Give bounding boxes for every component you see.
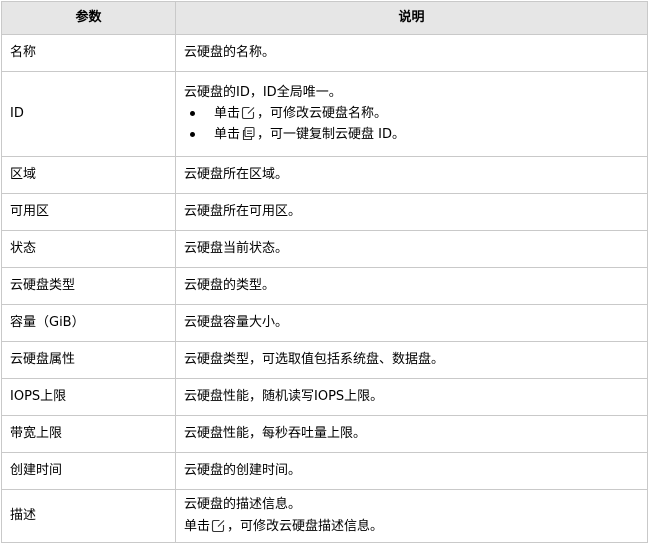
description-cell: 云硬盘的名称。: [175, 34, 648, 72]
description-cell: 云硬盘的ID，ID全局唯一。 单击 ，可修改云硬盘名称。 单击 ，可一键复制云硬盘 …: [175, 71, 648, 157]
line-prefix: 单击: [184, 518, 211, 534]
table-row: 描述 云硬盘的描述信息。 单击 ，可修改云硬盘描述信息。: [1, 489, 648, 543]
param-cell: IOPS上限: [1, 378, 176, 416]
param-cell: 描述: [1, 489, 176, 543]
description-line: 云硬盘的描述信息。: [184, 497, 302, 513]
description-cell: 云硬盘所在区域。: [175, 156, 648, 194]
description-cell: 云硬盘当前状态。: [175, 230, 648, 268]
param-cell: 名称: [1, 34, 176, 72]
edit-icon: [241, 105, 256, 120]
param-cell: 云硬盘类型: [1, 267, 176, 305]
description-cell: 云硬盘所在可用区。: [175, 193, 648, 231]
table-row: 带宽上限 云硬盘性能，每秒吞吐量上限。: [1, 415, 648, 453]
bullet-prefix: 单击: [214, 105, 241, 121]
param-cell: ID: [1, 71, 176, 157]
description-cell: 云硬盘性能，每秒吞吐量上限。: [175, 415, 648, 453]
bullet-item: 单击 ，可一键复制云硬盘 ID。: [184, 126, 639, 143]
param-cell: 创建时间: [1, 452, 176, 490]
bullet-suffix: ，可一键复制云硬盘 ID。: [257, 127, 405, 143]
description-cell: 云硬盘容量大小。: [175, 304, 648, 342]
description-cell: 云硬盘类型，可选取值包括系统盘、数据盘。: [175, 341, 648, 379]
table-row: 区域 云硬盘所在区域。: [1, 156, 648, 194]
table-row: ID 云硬盘的ID，ID全局唯一。 单击 ，可修改云硬盘名称。 单击 ，可一键复制云…: [1, 71, 648, 157]
description-line: 单击 ，可修改云硬盘描述信息。: [184, 518, 639, 535]
table-row: IOPS上限 云硬盘性能，随机读写IOPS上限。: [1, 378, 648, 416]
table-row: 云硬盘类型 云硬盘的类型。: [1, 267, 648, 305]
table-row: 状态 云硬盘当前状态。: [1, 230, 648, 268]
description-cell: 云硬盘的描述信息。 单击 ，可修改云硬盘描述信息。: [175, 489, 648, 543]
bullet-item: 单击 ，可修改云硬盘名称。: [184, 105, 639, 122]
table-row: 可用区 云硬盘所在可用区。: [1, 193, 648, 231]
table-row: 云硬盘属性 云硬盘类型，可选取值包括系统盘、数据盘。: [1, 341, 648, 379]
description-cell: 云硬盘性能，随机读写IOPS上限。: [175, 378, 648, 416]
param-cell: 区域: [1, 156, 176, 194]
table-header-row: 参数 说明: [1, 1, 648, 35]
description-cell: 云硬盘的类型。: [175, 267, 648, 305]
header-param: 参数: [1, 1, 176, 35]
description-line: 云硬盘的ID，ID全局唯一。: [184, 84, 342, 100]
param-cell: 可用区: [1, 193, 176, 231]
param-cell: 带宽上限: [1, 415, 176, 453]
table-row: 容量（GiB） 云硬盘容量大小。: [1, 304, 648, 342]
edit-icon: [211, 518, 226, 533]
param-cell: 云硬盘属性: [1, 341, 176, 379]
param-cell: 状态: [1, 230, 176, 268]
table-row: 名称 云硬盘的名称。: [1, 34, 648, 72]
copy-icon: [241, 126, 256, 141]
bullet-list: 单击 ，可修改云硬盘名称。 单击 ，可一键复制云硬盘 ID。: [184, 105, 639, 144]
parameter-table: 参数 说明 名称 云硬盘的名称。 ID 云硬盘的ID，ID全局唯一。 单击 ，可修…: [1, 1, 648, 543]
description-cell: 云硬盘的创建时间。: [175, 452, 648, 490]
line-suffix: ，可修改云硬盘描述信息。: [227, 518, 384, 534]
bullet-prefix: 单击: [214, 127, 241, 143]
header-description: 说明: [175, 1, 648, 35]
table-row: 创建时间 云硬盘的创建时间。: [1, 452, 648, 490]
bullet-suffix: ，可修改云硬盘名称。: [257, 105, 388, 121]
param-cell: 容量（GiB）: [1, 304, 176, 342]
